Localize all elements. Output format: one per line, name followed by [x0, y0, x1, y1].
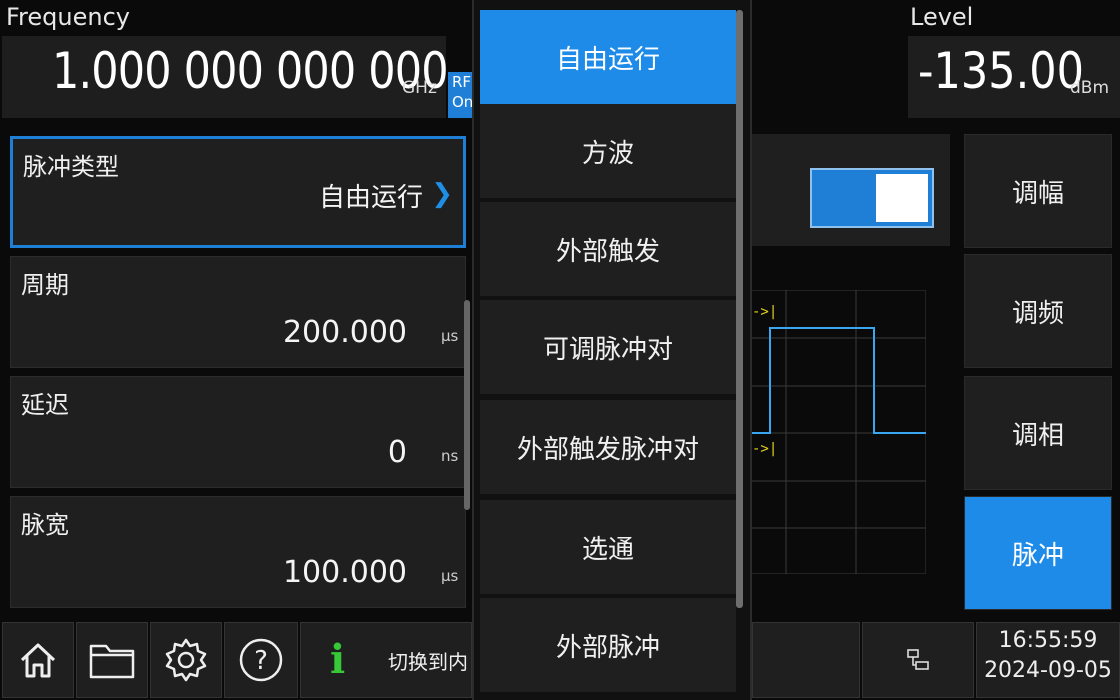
dropdown-scrollbar[interactable]: [736, 10, 743, 608]
status-bar-spacer: [752, 622, 860, 698]
param-width-unit: μs: [441, 567, 459, 585]
home-icon: [20, 643, 56, 678]
param-pulse-type-label: 脉冲类型: [23, 153, 119, 181]
clock-time: 16:55:59: [998, 628, 1098, 653]
param-pulse-type[interactable]: 脉冲类型 自由运行 ❯: [10, 136, 466, 248]
svg-text:?: ?: [254, 646, 268, 676]
gear-icon: [165, 638, 207, 682]
level-unit: dBm: [1070, 78, 1110, 98]
dropdown-option-ext-trigger[interactable]: 外部触发: [480, 202, 736, 296]
info-icon: i: [330, 636, 346, 683]
chevron-right-icon: ❯: [431, 179, 453, 209]
param-list-scrollbar[interactable]: [464, 300, 470, 510]
dropdown-option-ext-pulse[interactable]: 外部脉冲: [480, 598, 736, 692]
dropdown-option-adjustable-doublet[interactable]: 可调脉冲对: [480, 300, 736, 394]
param-pulse-type-value: 自由运行: [318, 183, 423, 213]
marker-end-label: ->|: [752, 441, 777, 457]
param-width-label: 脉宽: [21, 511, 69, 539]
menu-am[interactable]: 调幅: [964, 134, 1112, 248]
menu-pulse[interactable]: 脉冲: [964, 496, 1112, 610]
toggle-knob: [876, 174, 928, 222]
files-button[interactable]: [76, 622, 148, 698]
marker-start-label: ->|: [752, 304, 777, 320]
param-period-label: 周期: [21, 271, 69, 299]
param-period-unit: μs: [441, 327, 459, 345]
param-delay-value: 0: [387, 435, 407, 470]
home-button[interactable]: [2, 622, 74, 698]
dropdown-option-ext-trigger-doublet[interactable]: 外部触发脉冲对: [480, 400, 736, 494]
param-delay-label: 延迟: [21, 391, 69, 419]
param-period-value: 200.000: [282, 315, 407, 350]
param-width[interactable]: 脉宽 100.000 μs: [10, 496, 466, 608]
network-button[interactable]: [862, 622, 974, 698]
help-button[interactable]: ?: [224, 622, 298, 698]
pulse-trace: [750, 327, 926, 434]
dropdown-option-free-run[interactable]: 自由运行: [480, 10, 736, 104]
folder-icon: [89, 644, 135, 679]
param-period[interactable]: 周期 200.000 μs: [10, 256, 466, 368]
pulse-waveform-graph: ->| ->|: [750, 290, 926, 574]
level-label: Level: [910, 3, 974, 31]
dropdown-option-square[interactable]: 方波: [480, 104, 736, 198]
frequency-label: Frequency: [6, 3, 130, 31]
param-delay-unit: ns: [441, 447, 459, 465]
settings-button[interactable]: [150, 622, 222, 698]
status-message: 切换到内: [388, 650, 468, 674]
param-delay[interactable]: 延迟 0 ns: [10, 376, 466, 488]
frequency-unit: GHz: [402, 78, 437, 98]
rf-status-badge: RF On: [448, 72, 472, 118]
menu-pm[interactable]: 调相: [964, 376, 1112, 490]
network-icon: [907, 649, 929, 670]
level-value[interactable]: -135.00: [918, 42, 1084, 100]
dropdown-option-gated[interactable]: 选通: [480, 500, 736, 594]
help-icon: ?: [239, 638, 283, 682]
frequency-value[interactable]: 1.000 000 000 000: [52, 42, 449, 100]
clock-date: 2024-09-05: [984, 658, 1112, 683]
param-width-value: 100.000: [282, 555, 407, 590]
menu-fm[interactable]: 调频: [964, 254, 1112, 368]
